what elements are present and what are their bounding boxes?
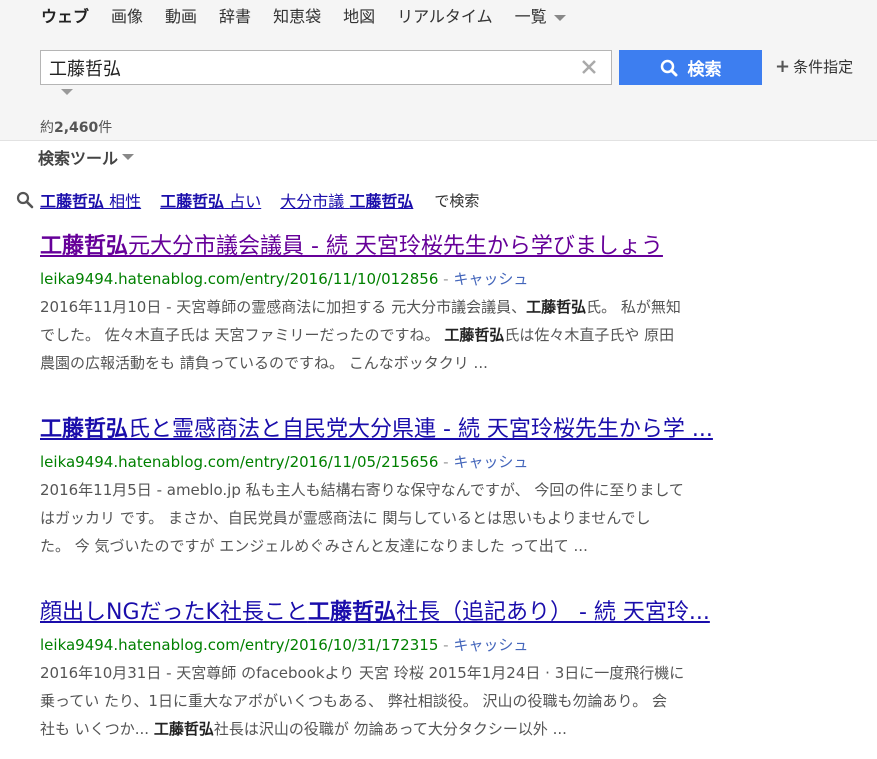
vertical-tabs: ウェブ 画像 動画 辞書 知恵袋 地図 リアルタイム 一覧 bbox=[41, 6, 588, 28]
snippet-text: た。 今 気づいたのですが エンジェルめぐみさんと友達になりました って出て .… bbox=[40, 537, 588, 555]
snippet-text: 2016年11月10日 - 天宮尊師の霊感商法に加担する 元大分市議会議員、 bbox=[40, 298, 527, 316]
result-title-link[interactable]: 工藤哲弘氏と霊感商法と自民党大分県連 - 続 天宮玲桜先生から学 ... bbox=[40, 415, 780, 445]
result-url[interactable]: leika9494.hatenablog.com/entry/2016/11/1… bbox=[40, 270, 438, 288]
search-history-chevron-icon[interactable] bbox=[61, 89, 73, 95]
snippet-bold: 工藤哲弘 bbox=[526, 298, 587, 316]
search-header: ウェブ 画像 動画 辞書 知恵袋 地図 リアルタイム 一覧 検索 + 条件指定 … bbox=[0, 0, 877, 141]
tab-dictionary[interactable]: 辞書 bbox=[219, 6, 251, 28]
snippet-text: 社も いくつか... bbox=[40, 720, 154, 738]
related-link-pre: 大分市議 bbox=[280, 192, 350, 211]
search-tools-button[interactable]: 検索ツール bbox=[38, 145, 135, 169]
result-snippet: 2016年11月5日 - ameblo.jp 私も主人も結構右寄りな保守なんです… bbox=[40, 476, 780, 560]
chevron-down-icon bbox=[122, 154, 135, 160]
snippet-line: 2016年11月5日 - ameblo.jp 私も主人も結構右寄りな保守なんです… bbox=[40, 476, 780, 504]
snippet-line: でした。 佐々木直子氏は 天宮ファミリーだったのですね。 工藤哲弘氏は佐々木直子… bbox=[40, 321, 780, 349]
result-count-prefix: 約 bbox=[40, 120, 54, 136]
cache-link[interactable]: キャッシュ bbox=[453, 453, 528, 471]
search-tools-label: 検索ツール bbox=[38, 149, 119, 168]
related-link[interactable]: 工藤哲弘 占い bbox=[160, 188, 261, 212]
tab-more-label: 一覧 bbox=[514, 7, 547, 26]
chevron-down-icon bbox=[553, 14, 566, 21]
snippet-line: 社も いくつか... 工藤哲弘社長は沢山の役職が 勿論あって大分タクシー以外 .… bbox=[40, 715, 780, 743]
result-sep: - bbox=[438, 636, 454, 654]
result-title-bold: 工藤哲弘 bbox=[40, 417, 129, 442]
search-result: 工藤哲弘元大分市議会議員 - 続 天宮玲桜先生から学びましょう leika949… bbox=[40, 232, 780, 377]
related-link-rest: 占い bbox=[224, 192, 262, 211]
result-title-bold: 工藤哲弘 bbox=[307, 600, 396, 625]
search-result: 工藤哲弘氏と霊感商法と自民党大分県連 - 続 天宮玲桜先生から学 ... lei… bbox=[40, 415, 780, 560]
cache-link[interactable]: キャッシュ bbox=[453, 270, 528, 288]
close-icon[interactable] bbox=[579, 57, 599, 77]
tab-images[interactable]: 画像 bbox=[111, 6, 143, 28]
result-title-link[interactable]: 顔出しNGだったK社長こと工藤哲弘社長（追記あり） - 続 天宮玲... bbox=[40, 598, 780, 628]
result-url-line: leika9494.hatenablog.com/entry/2016/10/3… bbox=[40, 634, 780, 656]
related-searches: 工藤哲弘 相性 工藤哲弘 占い 大分市議 工藤哲弘 で検索 bbox=[16, 188, 479, 212]
result-sep: - bbox=[438, 270, 454, 288]
snippet-bold: 工藤哲弘 bbox=[444, 326, 505, 344]
related-link-bold: 工藤哲弘 bbox=[160, 192, 225, 211]
snippet-line: 2016年11月10日 - 天宮尊師の霊感商法に加担する 元大分市議会議員、工藤… bbox=[40, 293, 780, 321]
snippet-line: はガッカリ です。 まさか、自民党員が霊感商法に 関与しているとは思いもよりませ… bbox=[40, 504, 780, 532]
result-title-pre: 顔出しNGだったK社長こと bbox=[40, 600, 308, 625]
result-title-bold: 工藤哲弘 bbox=[40, 234, 129, 259]
snippet-line: 2016年10月31日 - 天宮尊師 のfacebookより 天宮 玲桜 201… bbox=[40, 659, 780, 687]
snippet-text: 農園の広報活動をも 請負っているのですね。 こんなボッタクリ ... bbox=[40, 354, 488, 372]
snippet-line: 乗ってい たり、1日に重大なアポがいくつもある、 弊社相談役。 沢山の役職も勿論… bbox=[40, 687, 780, 715]
tab-web[interactable]: ウェブ bbox=[41, 6, 89, 28]
result-url[interactable]: leika9494.hatenablog.com/entry/2016/10/3… bbox=[40, 636, 438, 654]
result-snippet: 2016年10月31日 - 天宮尊師 のfacebookより 天宮 玲桜 201… bbox=[40, 659, 780, 743]
search-button[interactable]: 検索 bbox=[619, 50, 762, 85]
tab-chiebukuro[interactable]: 知恵袋 bbox=[273, 6, 321, 28]
tab-map[interactable]: 地図 bbox=[343, 6, 375, 28]
result-title-rest: 元大分市議会議員 - 続 天宮玲桜先生から学びましょう bbox=[128, 234, 663, 259]
snippet-text: 社長は沢山の役職が 勿論あって大分タクシー以外 ... bbox=[213, 720, 567, 738]
snippet-text: 2016年11月5日 - ameblo.jp 私も主人も結構右寄りな保守なんです… bbox=[40, 481, 684, 499]
related-link[interactable]: 工藤哲弘 相性 bbox=[40, 188, 141, 212]
snippet-text: 氏は佐々木直子氏や 原田 bbox=[504, 326, 675, 344]
snippet-text: でした。 佐々木直子氏は 天宮ファミリーだったのですね。 bbox=[40, 326, 445, 344]
related-link[interactable]: 大分市議 工藤哲弘 bbox=[280, 188, 413, 212]
result-title-rest: 氏と霊感商法と自民党大分県連 - 続 天宮玲桜先生から学 ... bbox=[128, 417, 713, 442]
advanced-search-link[interactable]: + 条件指定 bbox=[775, 56, 853, 77]
snippet-text: 乗ってい たり、1日に重大なアポがいくつもある、 弊社相談役。 沢山の役職も勿論… bbox=[40, 692, 667, 710]
snippet-text: はガッカリ です。 まさか、自民党員が霊感商法に 関与しているとは思いもよりませ… bbox=[40, 509, 651, 527]
tab-video[interactable]: 動画 bbox=[165, 6, 197, 28]
search-result: 顔出しNGだったK社長こと工藤哲弘社長（追記あり） - 続 天宮玲... lei… bbox=[40, 598, 780, 743]
result-count-number: 2,460 bbox=[54, 120, 99, 136]
tab-realtime[interactable]: リアルタイム bbox=[397, 6, 493, 28]
snippet-text: 2016年10月31日 - 天宮尊師 のfacebookより 天宮 玲桜 201… bbox=[40, 664, 685, 682]
related-link-rest: 相性 bbox=[104, 192, 142, 211]
related-link-bold: 工藤哲弘 bbox=[349, 192, 414, 211]
search-icon bbox=[660, 59, 677, 76]
snippet-text: 氏。 私が無知 bbox=[586, 298, 681, 316]
search-input[interactable] bbox=[49, 51, 569, 84]
tab-more[interactable]: 一覧 bbox=[515, 6, 566, 28]
result-title-link[interactable]: 工藤哲弘元大分市議会議員 - 続 天宮玲桜先生から学びましょう bbox=[40, 232, 780, 262]
result-url-line: leika9494.hatenablog.com/entry/2016/11/1… bbox=[40, 268, 780, 290]
plus-icon: + bbox=[775, 56, 791, 77]
result-snippet: 2016年11月10日 - 天宮尊師の霊感商法に加担する 元大分市議会議員、工藤… bbox=[40, 293, 780, 377]
result-url-line: leika9494.hatenablog.com/entry/2016/11/0… bbox=[40, 451, 780, 473]
advanced-search-label: 条件指定 bbox=[793, 58, 854, 76]
result-url[interactable]: leika9494.hatenablog.com/entry/2016/11/0… bbox=[40, 453, 438, 471]
search-icon bbox=[16, 191, 34, 209]
related-suffix: で検索 bbox=[434, 191, 480, 210]
result-sep: - bbox=[438, 453, 454, 471]
cache-link[interactable]: キャッシュ bbox=[453, 636, 528, 654]
related-link-bold: 工藤哲弘 bbox=[40, 192, 105, 211]
snippet-line: 農園の広報活動をも 請負っているのですね。 こんなボッタクリ ... bbox=[40, 349, 780, 377]
search-box bbox=[40, 50, 612, 85]
result-count-suffix: 件 bbox=[98, 120, 113, 136]
snippet-bold: 工藤哲弘 bbox=[153, 720, 214, 738]
result-title-rest: 社長（追記あり） - 続 天宮玲... bbox=[395, 600, 710, 625]
snippet-line: た。 今 気づいたのですが エンジェルめぐみさんと友達になりました って出て .… bbox=[40, 532, 780, 560]
result-count: 約2,460件 bbox=[40, 117, 112, 137]
search-button-label: 検索 bbox=[687, 60, 722, 80]
